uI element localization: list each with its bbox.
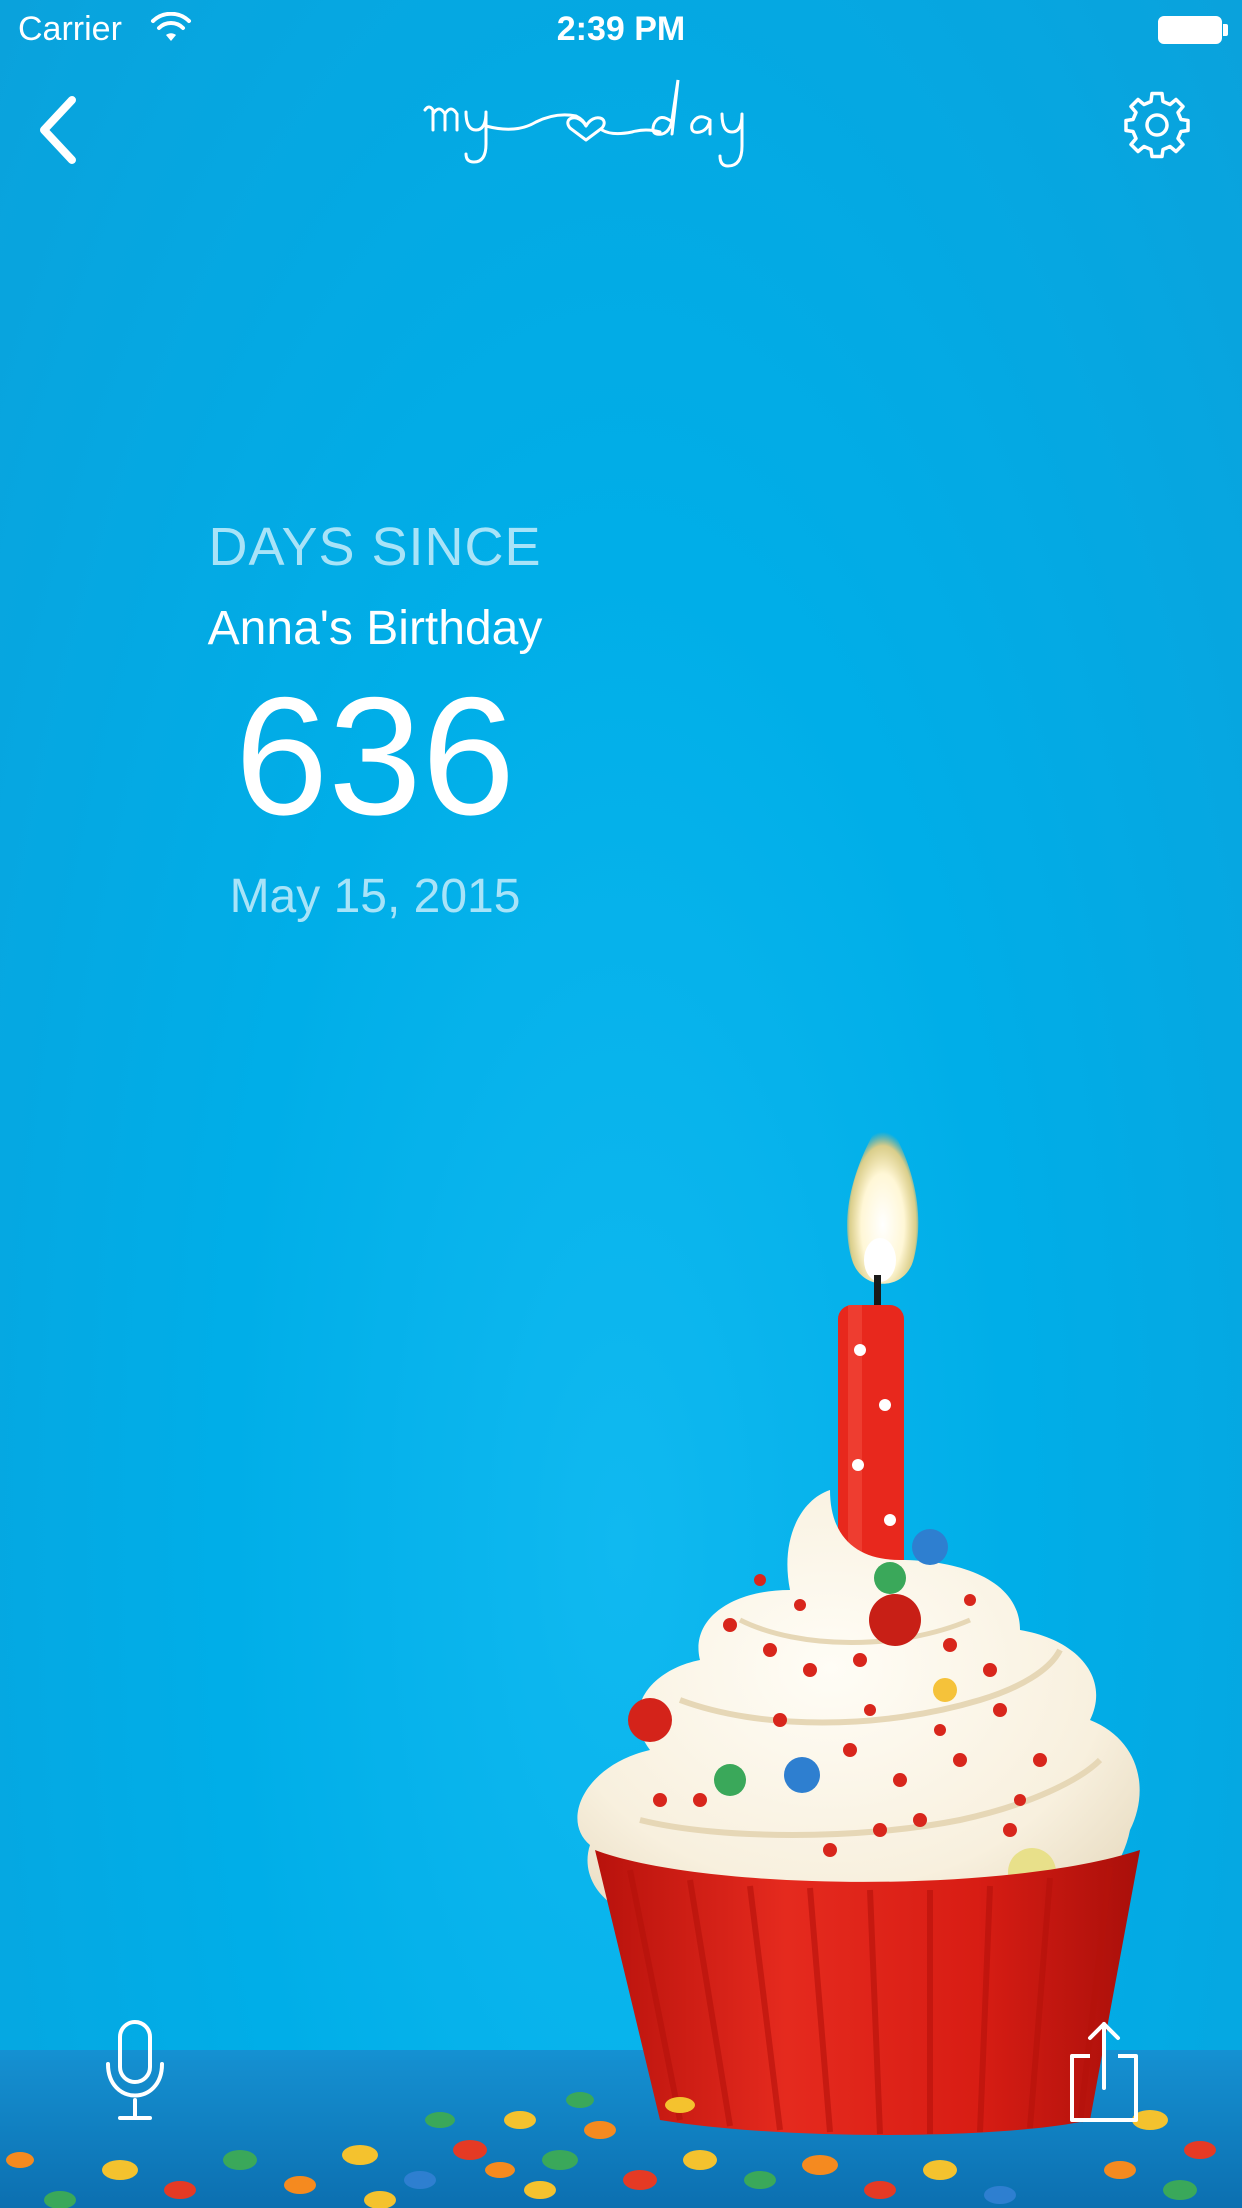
event-name[interactable]: Anna's Birthday (75, 599, 675, 659)
counter-block: DAYS SINCE Anna's Birthday 636 May 15, 2… (75, 515, 675, 927)
battery-icon (1158, 16, 1222, 44)
microphone-icon[interactable] (100, 2018, 170, 2124)
battery-tip (1223, 24, 1228, 36)
event-date: May 15, 2015 (229, 870, 521, 923)
counter-label: DAYS SINCE (208, 517, 542, 577)
day-count: 636 (234, 662, 516, 850)
screen: Carrier 2:39 PM DAYS SINCE Anna's Birthd… (0, 0, 1242, 2208)
chevron-left-icon[interactable] (24, 90, 94, 170)
background-photo (0, 1115, 1242, 2208)
gear-icon[interactable] (1122, 90, 1192, 160)
status-bar: Carrier 2:39 PM (0, 0, 1242, 60)
app-logo (423, 79, 744, 168)
share-icon[interactable] (1066, 2018, 1142, 2124)
status-time: 2:39 PM (556, 10, 686, 48)
